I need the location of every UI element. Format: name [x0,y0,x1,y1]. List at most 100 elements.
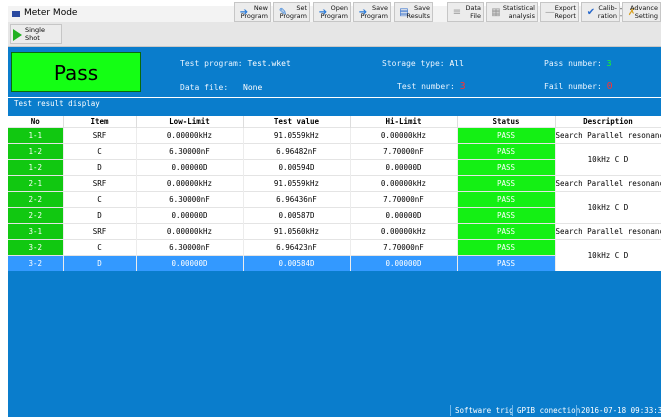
cell-test-value: 0.00584D [243,255,351,271]
table-row[interactable]: 2-2 C 6.30000nF 6.96436nF 7.70000nF PASS… [8,191,661,224]
table-row[interactable]: 3-2 C 6.30000nF 6.96423nF 7.70000nF PASS… [8,239,661,271]
cell-test-value: 6.96482nF [243,143,351,160]
storage-type-info: Storage type: All [382,59,464,68]
cell-test-value: 0.00587D [243,207,351,224]
open-program-label: Open Program [320,4,348,20]
app-icon [12,11,20,17]
column-header-low-limit[interactable]: Low-Limit [136,116,244,128]
save-results-label: Save Results [406,4,430,20]
cell-item: C [63,143,137,160]
cell-item: SRF [63,127,137,144]
cell-item: D [63,207,137,224]
cell-low-limit: 0.00000kHz [136,175,244,192]
cell-description: Search Parallel resonance [555,223,661,240]
single-shot-label: Single Shot [25,26,45,42]
cell-item: D [63,159,137,176]
test-program-label: Test program: [180,59,243,68]
statistical-analysis-button[interactable]: ▦ Statistical analysis [486,2,538,22]
cell-description: 10kHz C D [555,143,661,176]
pass-number-label: Pass number: [544,59,602,68]
storage-type-value: All [449,59,464,68]
data-file-label: Data File [465,4,481,20]
cell-hi-limit: 0.00000kHz [350,127,458,144]
storage-type-label: Storage type: [382,59,445,68]
statistical-analysis-label: Statistical analysis [502,4,535,20]
cell-no: 2-2 [8,191,64,208]
save-results-button[interactable]: ▤ Save Results [394,2,433,22]
cell-hi-limit: 7.70000nF [350,143,458,160]
table-row[interactable]: 1-2 C 6.30000nF 6.96482nF 7.70000nF PASS… [8,143,661,176]
table-row[interactable]: 1-1 SRF 0.00000kHz 91.0559kHz 0.00000kHz… [8,127,661,144]
connection-status: GPIB conection [512,405,580,416]
fail-number-label: Fail number: [544,82,602,91]
cell-hi-limit: 0.00000D [350,207,458,224]
cell-status: PASS [457,207,556,224]
trigger-status: Software trig [450,405,514,416]
export-report-button[interactable]: — Export Report [540,2,579,22]
cell-description: Search Parallel resonance [555,175,661,192]
table-row[interactable]: 2-1 SRF 0.00000kHz 91.0559kHz 0.00000kHz… [8,175,661,192]
cell-no: 1-2 [8,159,64,176]
cell-low-limit: 6.30000nF [136,143,244,160]
cell-item: C [63,239,137,256]
data-file-value: None [243,83,263,92]
export-report-label: Export Report [554,4,576,20]
data-file-button[interactable]: ≡ Data File [447,2,484,22]
set-program-label: Set Program [279,4,307,20]
cell-description: Search Parallel resonance [555,127,661,144]
stats-icon: ▦ [491,7,501,18]
column-header-hi-limit[interactable]: Hi-Limit [350,116,458,128]
table-row[interactable]: 3-1 SRF 0.00000kHz 91.0560kHz 0.00000kHz… [8,223,661,240]
cell-item: SRF [63,175,137,192]
new-program-label: New Program [240,4,268,20]
cell-low-limit: 0.00000kHz [136,223,244,240]
column-header-item[interactable]: Item [63,116,137,128]
column-header-no[interactable]: No [8,116,64,128]
cell-test-value: 91.0559kHz [243,127,351,144]
cell-test-value: 91.0559kHz [243,175,351,192]
cell-status: PASS [457,143,556,160]
cell-no: 3-2 [8,255,64,271]
cell-hi-limit: 0.00000D [350,159,458,176]
cell-hi-limit: 7.70000nF [350,239,458,256]
cell-hi-limit: 0.00000kHz [350,223,458,240]
file-icon: ≡ [452,7,462,18]
cell-low-limit: 6.30000nF [136,191,244,208]
cell-status: PASS [457,239,556,256]
column-header-status[interactable]: Status [457,116,556,128]
cell-item: C [63,191,137,208]
column-header-description[interactable]: Description [555,116,661,128]
fail-number-value: 0 [606,81,613,92]
calibration-button[interactable]: ✔ Calib- ration [581,2,620,22]
open-program-button[interactable]: ➔ Open Program [313,2,351,22]
test-number-info: Test number: 3 [397,81,466,92]
pass-number-info: Pass number: 3 [544,59,611,68]
cell-no: 2-2 [8,207,64,224]
cell-no: 1-1 [8,127,64,144]
save-program-button[interactable]: ➔ Save Program [353,2,391,22]
new-program-button[interactable]: ➔ New Program [234,2,271,22]
set-program-button[interactable]: ✎ Set Program [273,2,310,22]
cell-test-value: 91.0560kHz [243,223,351,240]
test-number-label: Test number: [397,82,455,91]
cell-test-value: 6.96423nF [243,239,351,256]
cell-low-limit: 0.00000D [136,255,244,271]
cell-no: 3-1 [8,223,64,240]
cell-status: PASS [457,191,556,208]
test-program-value: Test.wket [247,59,291,68]
save-program-label: Save Program [360,4,388,20]
cell-item: D [63,255,137,271]
cell-status: PASS [457,223,556,240]
cell-item: SRF [63,223,137,240]
cell-test-value: 6.96436nF [243,191,351,208]
calibration-label: Calib- ration [597,4,617,20]
single-shot-button[interactable]: Single Shot [10,24,62,44]
cell-test-value: 0.00594D [243,159,351,176]
advance-setting-button[interactable]: ✗ Advance Setting [622,2,661,22]
cell-hi-limit: 7.70000nF [350,191,458,208]
column-header-test-value[interactable]: Test value [243,116,351,128]
cell-status: PASS [457,127,556,144]
cell-no: 2-1 [8,175,64,192]
test-program-info: Test program: Test.wket [180,59,291,68]
fail-number-info: Fail number: 0 [544,81,613,92]
